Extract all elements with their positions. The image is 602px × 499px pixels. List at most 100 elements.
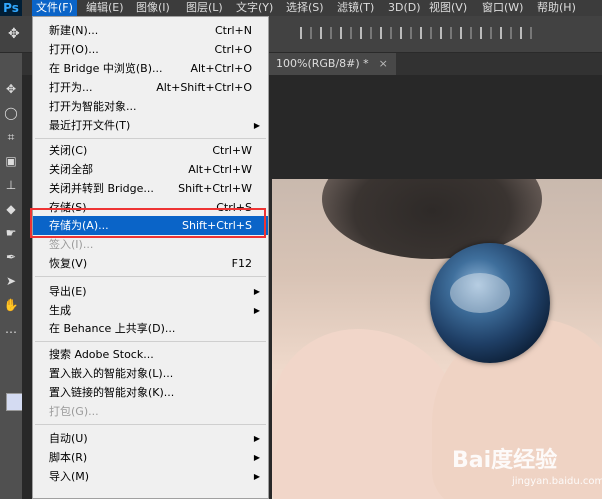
more-tools-icon[interactable]: … [3, 321, 19, 337]
menu-item-label: 最近打开文件(T) [49, 119, 131, 132]
menu-item-label: 新建(N)... [49, 24, 99, 37]
menu-item-label: 关闭全部 [49, 163, 93, 176]
watermark-logo: Bai度经验 [452, 448, 558, 473]
pen-tool-icon[interactable]: ✒ [3, 249, 19, 265]
watermark-url: jingyan.baidu.com [512, 476, 602, 487]
menu-item-label: 打开为... [49, 81, 93, 94]
chevron-right-icon: ▶ [253, 453, 260, 462]
menu-filter[interactable]: 滤镜(T) [333, 0, 378, 16]
menu-image[interactable]: 图像(I) [132, 0, 174, 16]
menu-item-open[interactable]: 打开(O)... Ctrl+O [33, 40, 268, 59]
close-icon[interactable]: × [379, 57, 388, 70]
hand-tool-icon[interactable]: ✋ [3, 297, 19, 313]
menu-item-export[interactable]: 导出(E) ▶ [33, 282, 268, 301]
align-center-icon[interactable] [380, 27, 392, 39]
annotation-highlight-box [30, 208, 266, 238]
chevron-right-icon: ▶ [253, 306, 260, 315]
move-tool-icon[interactable]: ✥ [8, 26, 20, 42]
lasso-tool-icon[interactable]: ◯ [3, 105, 19, 121]
menu-item-label: 在 Bridge 中浏览(B)... [49, 62, 163, 75]
menu-item-search-stock[interactable]: 搜索 Adobe Stock... [33, 345, 268, 364]
menu-item-shortcut: Ctrl+O [214, 43, 252, 56]
menu-item-browse-bridge[interactable]: 在 Bridge 中浏览(B)... Alt+Ctrl+O [33, 59, 268, 78]
menu-help[interactable]: 帮助(H) [533, 0, 580, 16]
distribute-middle-icon[interactable] [440, 27, 452, 39]
document-tab[interactable]: 100%(RGB/8#) * × [268, 53, 396, 75]
menu-item-place-embedded[interactable]: 置入嵌入的智能对象(L)... [33, 364, 268, 383]
menu-separator [35, 424, 266, 425]
menu-item-close-all[interactable]: 关闭全部 Alt+Ctrl+W [33, 160, 268, 179]
distribute-top-icon[interactable] [420, 27, 432, 39]
distribute-center-icon[interactable] [500, 27, 512, 39]
menu-item-label: 打包(G)... [49, 405, 99, 418]
menu-item-open-as[interactable]: 打开为... Alt+Shift+Ctrl+O [33, 78, 268, 97]
menu-item-share-behance[interactable]: 在 Behance 上共享(D)... [33, 319, 268, 338]
document-tab-label: 100%(RGB/8#) * [276, 57, 369, 70]
menu-edit[interactable]: 编辑(E) [82, 0, 128, 16]
menu-item-recent-files[interactable]: 最近打开文件(T) ▶ [33, 116, 268, 135]
eraser-tool-icon[interactable]: ◆ [3, 201, 19, 217]
align-left-icon[interactable] [360, 27, 372, 39]
distribute-left-icon[interactable] [480, 27, 492, 39]
chevron-right-icon: ▶ [253, 121, 260, 130]
menu-window[interactable]: 窗口(W) [478, 0, 527, 16]
move-tool-icon[interactable]: ✥ [3, 81, 19, 97]
menu-item-close-to-bridge[interactable]: 关闭并转到 Bridge... Shift+Ctrl+W [33, 179, 268, 198]
menu-item-label: 自动(U) [49, 432, 88, 445]
menu-item-shortcut: Alt+Ctrl+W [188, 163, 252, 176]
menu-file[interactable]: 文件(F) [32, 0, 77, 16]
menu-item-shortcut: F12 [231, 257, 252, 270]
menu-item-label: 打开(O)... [49, 43, 99, 56]
menu-3d[interactable]: 3D(D) [384, 0, 425, 16]
menu-item-label: 导出(E) [49, 285, 87, 298]
menu-item-label: 置入嵌入的智能对象(L)... [49, 367, 174, 380]
file-menu: 新建(N)... Ctrl+N 打开(O)... Ctrl+O 在 Bridge 中… [32, 16, 269, 499]
distribute-right-icon[interactable] [520, 27, 532, 39]
menu-separator [35, 341, 266, 342]
menu-item-package: 打包(G)... [33, 402, 268, 421]
menu-item-shortcut: Shift+Ctrl+W [178, 182, 252, 195]
menu-view[interactable]: 视图(V) [425, 0, 471, 16]
menu-item-shortcut: Ctrl+N [214, 24, 252, 37]
menu-item-close[interactable]: 关闭(C) Ctrl+W [33, 141, 268, 160]
menu-item-label: 导入(M) [49, 470, 90, 483]
menu-item-label: 搜索 Adobe Stock... [49, 348, 154, 361]
align-top-icon[interactable] [300, 27, 312, 39]
chevron-right-icon: ▶ [253, 434, 260, 443]
menu-item-place-linked[interactable]: 置入链接的智能对象(K)... [33, 383, 268, 402]
align-bottom-icon[interactable] [340, 27, 352, 39]
menu-item-label: 生成 [49, 304, 71, 317]
tools-panel: ✥ ◯ ⌗ ▣ ⊥ ◆ ☛ ✒ ➤ ✋ … [0, 53, 24, 499]
photo-globe [430, 243, 550, 363]
menu-item-label: 打开为智能对象... [49, 100, 137, 113]
menu-item-shortcut: Ctrl+W [212, 144, 252, 157]
align-middle-icon[interactable] [320, 27, 332, 39]
menu-separator [35, 138, 266, 139]
menu-item-label: 关闭并转到 Bridge... [49, 182, 154, 195]
menu-item-automate[interactable]: 自动(U) ▶ [33, 429, 268, 448]
align-buttons [300, 27, 600, 41]
menu-item-import[interactable]: 导入(M) ▶ [33, 467, 268, 486]
chevron-right-icon: ▶ [253, 472, 260, 481]
menu-item-label: 脚本(R) [49, 451, 88, 464]
crop-tool-icon[interactable]: ⌗ [3, 129, 19, 145]
menu-layer[interactable]: 图层(L) [182, 0, 227, 16]
menu-item-scripts[interactable]: 脚本(R) ▶ [33, 448, 268, 467]
photoshop-logo: Ps [0, 0, 22, 16]
menu-separator [35, 276, 266, 277]
distribute-bottom-icon[interactable] [460, 27, 472, 39]
menu-bar: Ps 文件(F) 编辑(E) 图像(I) 图层(L) 文字(Y) 选择(S) 滤… [0, 0, 602, 16]
align-right-icon[interactable] [400, 27, 412, 39]
menu-item-revert[interactable]: 恢复(V) F12 [33, 254, 268, 273]
smudge-tool-icon[interactable]: ☛ [3, 225, 19, 241]
menu-item-generate[interactable]: 生成 ▶ [33, 301, 268, 320]
stamp-tool-icon[interactable]: ⊥ [3, 177, 19, 193]
menu-item-new[interactable]: 新建(N)... Ctrl+N [33, 21, 268, 40]
selection-tool-icon[interactable]: ➤ [3, 273, 19, 289]
menu-item-label: 置入链接的智能对象(K)... [49, 386, 175, 399]
menu-item-open-smart-object[interactable]: 打开为智能对象... [33, 97, 268, 116]
frame-tool-icon[interactable]: ▣ [3, 153, 19, 169]
menu-item-shortcut: Alt+Ctrl+O [190, 62, 252, 75]
menu-select[interactable]: 选择(S) [282, 0, 328, 16]
menu-type[interactable]: 文字(Y) [232, 0, 277, 16]
